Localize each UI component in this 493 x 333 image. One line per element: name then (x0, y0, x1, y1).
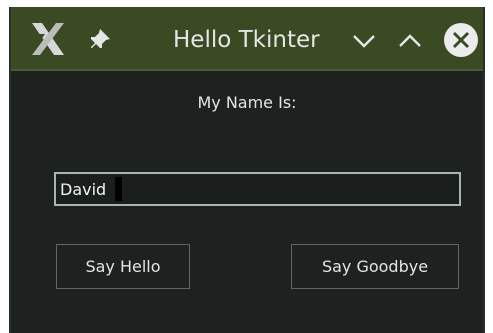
chevron-down-icon[interactable] (351, 31, 377, 51)
window-content: My Name Is: Say Hello Say Goodbye (11, 71, 483, 333)
chevron-up-icon[interactable] (397, 31, 423, 51)
close-circle-icon[interactable] (443, 22, 479, 58)
window-title: Hello Tkinter (173, 27, 320, 53)
pin-icon[interactable] (87, 27, 113, 53)
say-goodbye-button[interactable]: Say Goodbye (291, 244, 459, 289)
say-hello-button[interactable]: Say Hello (56, 244, 190, 289)
app-window: Hello Tkinter My Name Is: Say Hello Say … (9, 7, 485, 333)
title-bar[interactable]: Hello Tkinter (11, 7, 483, 71)
name-label: My Name Is: (197, 93, 297, 112)
text-cursor (115, 177, 122, 201)
x-logo-icon[interactable] (29, 20, 67, 58)
